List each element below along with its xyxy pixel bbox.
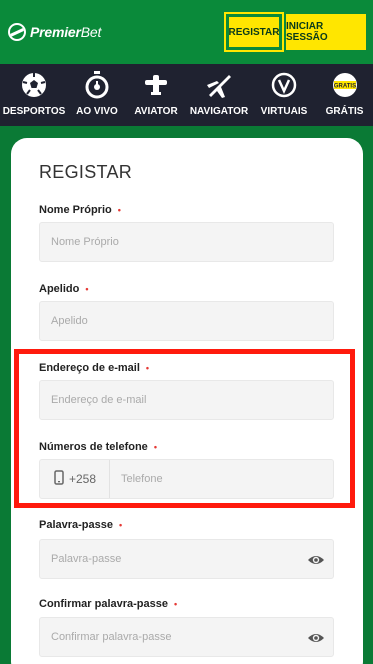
password-input[interactable]: Palavra-passe [39, 539, 334, 579]
required-marker: • [117, 205, 121, 216]
nav-label: NAVIGATOR [189, 106, 249, 117]
highlight-annotation-box [14, 349, 355, 508]
required-marker: • [85, 284, 89, 295]
football-icon [19, 70, 49, 100]
last-name-input[interactable]: Apelido [39, 301, 334, 341]
required-marker: • [119, 520, 123, 531]
nav-item-aviator[interactable]: AVIATOR [126, 64, 186, 126]
plane-icon [141, 70, 171, 100]
nav-label: DESPORTOS [2, 106, 66, 117]
required-marker: • [174, 599, 178, 610]
free-badge-icon: GRATIS [330, 70, 360, 100]
register-button[interactable]: REGISTAR [224, 12, 284, 52]
password-label: Palavra-passe • [39, 519, 123, 531]
nav-label: AO VIVO [76, 106, 118, 117]
main-nav: DESPORTOS AO VIVO AVIATOR NAVIGATOR VIRT… [0, 64, 373, 126]
logo-mark-icon [8, 23, 26, 41]
stopwatch-icon [82, 70, 112, 100]
show-password-eye-icon[interactable] [307, 551, 325, 569]
jet-icon [204, 70, 234, 100]
nav-item-virtuais[interactable]: VIRTUAIS [252, 64, 316, 126]
nav-item-navigator[interactable]: NAVIGATOR [186, 64, 252, 126]
premierbet-logo[interactable]: PremierBet [8, 22, 101, 42]
top-header: PremierBet REGISTAR INICIAR SESSÃO [0, 0, 373, 64]
gratis-badge-text: GRATIS [333, 84, 355, 90]
first-name-label: Nome Próprio • [39, 204, 121, 216]
logo-word-premier: Premier [30, 24, 81, 40]
login-button[interactable]: INICIAR SESSÃO [286, 14, 366, 50]
logo-word-bet: Bet [80, 24, 102, 40]
virtual-v-icon [269, 70, 299, 100]
last-name-label: Apelido • [39, 283, 89, 295]
page-title: REGISTAR [39, 162, 133, 182]
nav-label: GRÁTIS [325, 106, 364, 117]
nav-item-ao-vivo[interactable]: AO VIVO [68, 64, 126, 126]
nav-item-desportos[interactable]: DESPORTOS [0, 64, 68, 126]
show-confirm-password-eye-icon[interactable] [307, 629, 325, 647]
confirm-password-input[interactable]: Confirmar palavra-passe [39, 617, 334, 657]
nav-label: AVIATOR [134, 106, 178, 117]
nav-label: VIRTUAIS [260, 106, 308, 117]
confirm-password-label: Confirmar palavra-passe • [39, 598, 178, 610]
first-name-input[interactable]: Nome Próprio [39, 222, 334, 262]
nav-item-gratis[interactable]: GRATIS GRÁTIS [316, 64, 373, 126]
